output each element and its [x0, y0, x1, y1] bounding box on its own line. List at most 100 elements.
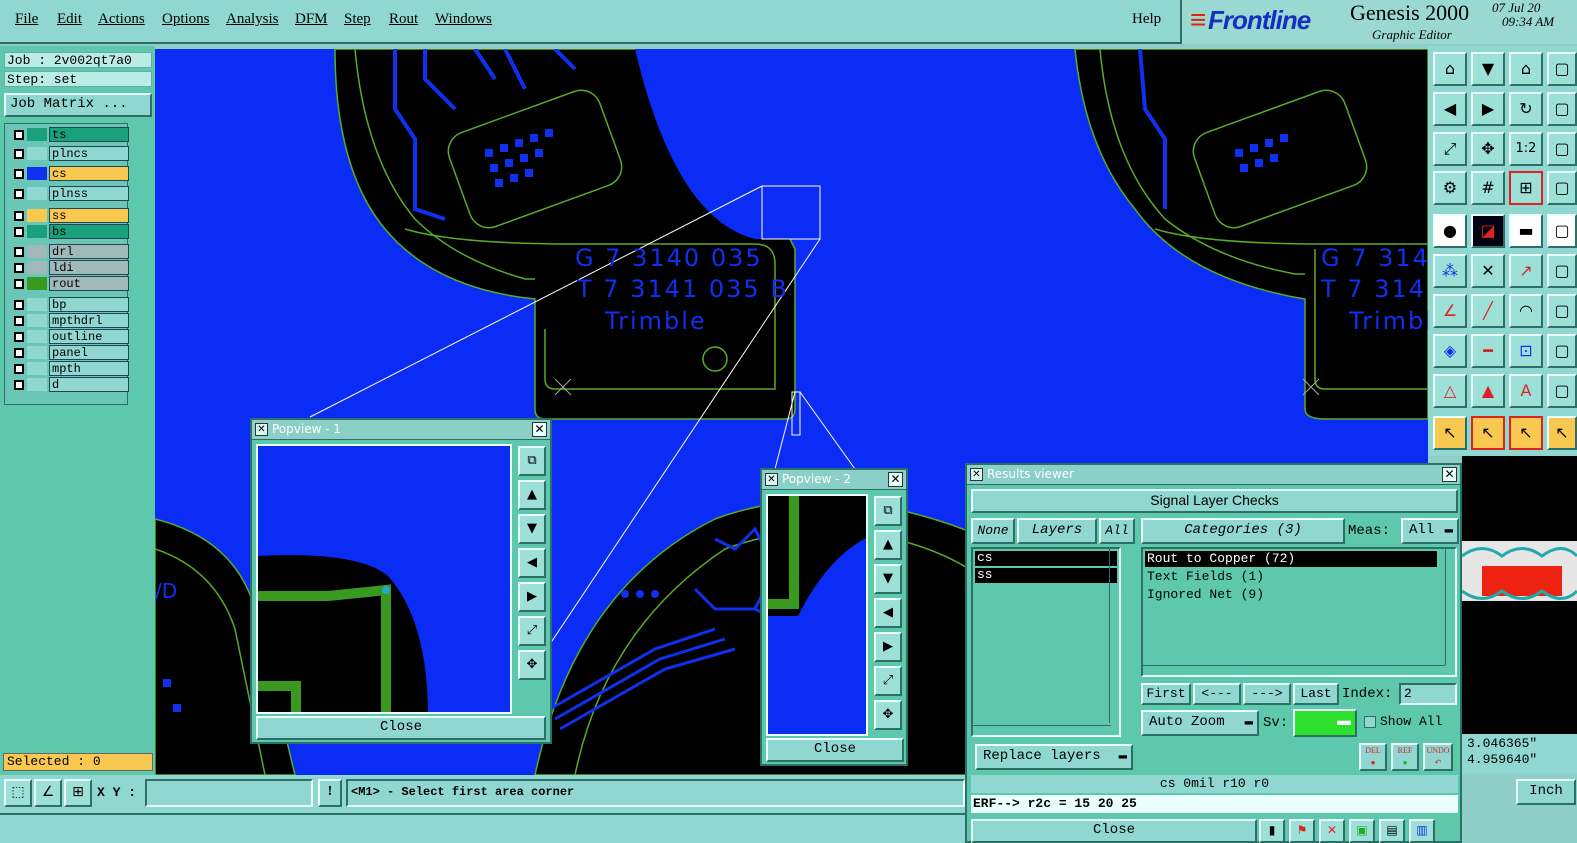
tool-icon-32[interactable]: ▢ — [1547, 334, 1577, 368]
layer-row-d[interactable]: d — [11, 377, 129, 392]
warning-icon[interactable]: ! — [318, 779, 342, 807]
pan-left-icon[interactable]: ◀ — [1433, 92, 1467, 126]
layer-checkbox[interactable] — [14, 169, 24, 179]
popview-zoom-icon[interactable]: ⧉ — [518, 446, 546, 476]
align-icon[interactable]: ⊡ — [1509, 334, 1543, 368]
first-button[interactable]: First — [1141, 683, 1191, 705]
popview-fit-icon[interactable]: ⤢ — [518, 616, 546, 646]
layer-name[interactable]: panel — [49, 345, 129, 360]
list-item[interactable]: Rout to Copper (72) — [1145, 551, 1437, 567]
layer-name[interactable]: cs — [49, 166, 129, 181]
next-button[interactable]: ---> — [1243, 683, 1291, 705]
diagonal-icon[interactable]: ╱ — [1471, 294, 1505, 328]
layer-results-list[interactable]: cs ss — [971, 547, 1121, 737]
tool-icon-8[interactable]: ▢ — [1547, 92, 1577, 126]
layer-row-bp[interactable]: bp — [11, 297, 129, 312]
triangle-icon[interactable]: △ — [1433, 374, 1467, 408]
undo-icon[interactable]: UNDO ↶ — [1423, 743, 1453, 771]
pad-icon[interactable]: ◈ — [1433, 334, 1467, 368]
close-icon[interactable]: ✕ — [532, 422, 547, 437]
menu-options[interactable]: Options — [162, 11, 210, 28]
layer-name[interactable]: bs — [49, 224, 129, 239]
category-results-list[interactable]: Rout to Copper (72) Text Fields (1) Igno… — [1141, 547, 1457, 677]
angle-icon[interactable]: ∠ — [1433, 294, 1467, 328]
show-all-checkbox[interactable] — [1364, 716, 1376, 728]
redraw-icon[interactable]: ↻ — [1509, 92, 1543, 126]
tool-icon-16[interactable]: ▢ — [1547, 171, 1577, 205]
pan-right-icon[interactable]: ▶ — [1471, 92, 1505, 126]
zoom-fit-icon[interactable]: ⤢ — [1433, 132, 1467, 166]
popview-right-icon[interactable]: ▶ — [874, 632, 902, 662]
step-icon[interactable]: ▣ — [1349, 819, 1375, 843]
angle-mode-icon[interactable]: ∠ — [34, 779, 62, 807]
popview-zoom-icon[interactable]: ⧉ — [874, 496, 902, 526]
popview-down-icon[interactable]: ▼ — [518, 514, 546, 544]
layer-checkbox[interactable] — [14, 300, 24, 310]
menu-edit[interactable]: Edit — [57, 11, 82, 28]
layer-row-plnss[interactable]: plnss — [11, 186, 129, 201]
layer-name[interactable]: ss — [49, 208, 129, 223]
layer-row-rout[interactable]: rout — [11, 276, 129, 291]
close-icon[interactable]: ✕ — [888, 472, 903, 487]
layer-checkbox[interactable] — [14, 189, 24, 199]
tool-icon-12[interactable]: ▢ — [1547, 132, 1577, 166]
popview-2-close-button[interactable]: Close — [766, 738, 904, 762]
window-menu-icon[interactable]: ✕ — [255, 423, 268, 436]
settings-icon[interactable]: ⚙ — [1433, 171, 1467, 205]
pointer-icon[interactable]: ↖ — [1433, 416, 1467, 450]
record-icon[interactable]: ● — [1433, 214, 1467, 248]
measure-icon[interactable]: ◪ — [1471, 214, 1505, 248]
list-item[interactable]: Ignored Net (9) — [1145, 587, 1453, 603]
meas-dropdown[interactable]: All ▬ — [1401, 518, 1459, 544]
prev-button[interactable]: <--- — [1193, 683, 1241, 705]
layer-row-cs[interactable]: cs — [11, 166, 129, 181]
layer-name[interactable]: ldi — [49, 260, 129, 275]
close-icon[interactable]: ✕ — [1442, 467, 1457, 482]
text-a-icon[interactable]: A — [1509, 374, 1543, 408]
menu-file[interactable]: File — [15, 11, 38, 28]
triangle-up-icon[interactable]: ▲ — [1471, 374, 1505, 408]
snap-icon[interactable]: ⊞ — [1509, 171, 1543, 205]
list-item[interactable]: cs — [975, 551, 1117, 566]
menu-dfm[interactable]: DFM — [295, 11, 328, 28]
popview-2-titlebar[interactable]: ✕ Popview - 2 ✕ — [762, 470, 906, 490]
layer-name[interactable]: drl — [49, 244, 129, 259]
layer-checkbox[interactable] — [14, 332, 24, 342]
no-icon[interactable]: ✕ — [1319, 819, 1345, 843]
layer-checkbox[interactable] — [14, 211, 24, 221]
tool-icon-4[interactable]: ▢ — [1547, 52, 1577, 86]
layer-name[interactable]: d — [49, 377, 129, 392]
layer-name[interactable]: outline — [49, 329, 129, 344]
window-menu-icon[interactable]: ✕ — [970, 468, 983, 481]
layer-checkbox[interactable] — [14, 263, 24, 273]
delete-icon[interactable]: DEL ● — [1359, 743, 1387, 771]
snap-mode-icon[interactable]: ⬚ — [4, 779, 32, 807]
grid-mode-icon[interactable]: ⊞ — [64, 779, 92, 807]
zoom-1to2-icon[interactable]: 1:2 — [1509, 132, 1543, 166]
layer-checkbox[interactable] — [14, 316, 24, 326]
layer-row-outline[interactable]: outline — [11, 329, 129, 344]
auto-zoom-dropdown[interactable]: Auto Zoom ▬ — [1141, 710, 1259, 736]
layer-checkbox[interactable] — [14, 364, 24, 374]
layer-row-drl[interactable]: drl — [11, 244, 129, 259]
tool-icon-20[interactable]: ▢ — [1547, 214, 1577, 248]
ref-icon[interactable]: REF ● — [1391, 743, 1419, 771]
connect-icon[interactable]: ⁂ — [1433, 254, 1467, 288]
popview-2-view[interactable] — [766, 494, 868, 736]
popview-left-icon[interactable]: ◀ — [874, 598, 902, 628]
layer-name[interactable]: ts — [49, 127, 129, 142]
layer-row-bs[interactable]: bs — [11, 224, 129, 239]
none-button[interactable]: None — [971, 518, 1015, 544]
zoom-center-icon[interactable]: ✥ — [1471, 132, 1505, 166]
grid-icon[interactable]: # — [1471, 171, 1505, 205]
zoom-home-icon[interactable]: ⌂ — [1433, 52, 1467, 86]
ruler-icon[interactable]: ▬ — [1509, 214, 1543, 248]
window-menu-icon[interactable]: ✕ — [765, 473, 778, 486]
categories-button[interactable]: Categories (3) — [1141, 518, 1345, 544]
histogram-icon[interactable]: ▥ — [1409, 819, 1435, 843]
xy-input[interactable] — [145, 779, 313, 807]
tool-icon-40[interactable]: ↖ — [1547, 416, 1577, 450]
tool-icon-36[interactable]: ▢ — [1547, 374, 1577, 408]
popview-left-icon[interactable]: ◀ — [518, 548, 546, 578]
layer-list-hscrollbar[interactable] — [973, 725, 1111, 735]
